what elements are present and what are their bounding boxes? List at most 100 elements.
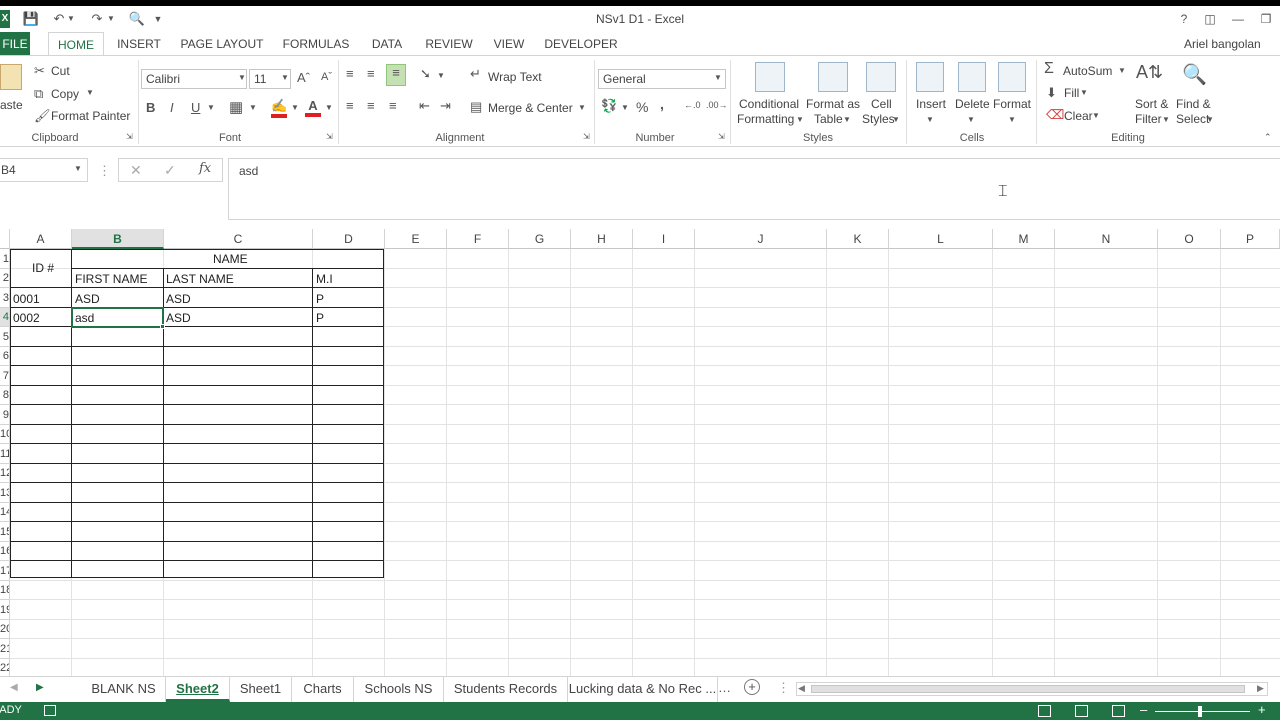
row-header-9[interactable]: 9	[0, 405, 10, 425]
conditional-formatting-label-1[interactable]: Conditional	[739, 97, 799, 111]
column-header-o[interactable]: O	[1158, 229, 1221, 249]
italic-button[interactable]: I	[170, 100, 174, 115]
column-header-b[interactable]: B	[72, 229, 164, 249]
scroll-right-icon[interactable]: ▶	[1257, 683, 1264, 694]
sort-filter-label-2[interactable]: Filter	[1135, 112, 1162, 126]
minimize-icon[interactable]: —	[1228, 10, 1248, 28]
restore-icon[interactable]: ❐	[1256, 10, 1276, 28]
row-header-19[interactable]: 19	[0, 600, 10, 620]
row-header-20[interactable]: 20	[0, 620, 10, 639]
increase-indent-icon[interactable]: ⇥	[440, 98, 451, 114]
enter-icon[interactable]: ✓	[164, 162, 176, 179]
comma-style-button[interactable]: ,	[660, 96, 664, 112]
format-cells-icon[interactable]	[998, 62, 1026, 92]
id-cell[interactable]: 0002	[11, 311, 40, 325]
font-size-dropdown-icon[interactable]: ▼	[281, 73, 289, 82]
find-select-dropdown-icon[interactable]: ▼	[1206, 115, 1214, 124]
copy-dropdown-icon[interactable]: ▼	[86, 88, 94, 97]
row-header-15[interactable]: 15	[0, 522, 10, 542]
row-header-12[interactable]: 12	[0, 464, 10, 483]
column-header-c[interactable]: C	[164, 229, 313, 249]
help-icon[interactable]: ?	[1174, 10, 1194, 28]
cell-styles-dropdown-icon[interactable]: ▼	[892, 115, 900, 124]
more-sheets-icon[interactable]: …	[718, 680, 731, 695]
row-header-17[interactable]: 17	[0, 561, 10, 581]
zoom-slider[interactable]	[1155, 711, 1250, 712]
tab-file[interactable]: FILE	[0, 32, 30, 56]
sort-filter-icon[interactable]: A⇅	[1136, 62, 1163, 83]
tab-insert[interactable]: INSERT	[112, 32, 166, 56]
autosum-dropdown-icon[interactable]: ▼	[1118, 66, 1126, 75]
font-family-select[interactable]: Calibri	[141, 69, 247, 89]
format-as-table-label-1[interactable]: Format as	[806, 97, 860, 111]
row-header-1[interactable]: 1	[0, 249, 10, 269]
column-header-p[interactable]: P	[1221, 229, 1280, 249]
column-header-e[interactable]: E	[385, 229, 447, 249]
fill-color-dropdown-icon[interactable]: ▼	[291, 103, 299, 112]
row-header-11[interactable]: 11	[0, 444, 10, 464]
horizontal-scrollbar[interactable]: ◀ ▶	[796, 682, 1268, 696]
header-mi-cell[interactable]: M.I	[314, 272, 333, 286]
fill-color-icon[interactable]: ✍	[271, 98, 287, 118]
merge-center-button[interactable]: Merge & Center	[488, 101, 573, 115]
clipboard-launcher-icon[interactable]: ⇲	[126, 132, 133, 141]
sort-filter-label-1[interactable]: Sort &	[1135, 97, 1168, 111]
wrap-text-icon[interactable]: ↵	[470, 66, 481, 82]
column-header-j[interactable]: J	[695, 229, 827, 249]
first-name-cell[interactable]: ASD	[73, 292, 100, 306]
font-launcher-icon[interactable]: ⇲	[326, 132, 333, 141]
row-header-18[interactable]: 18	[0, 581, 10, 600]
macro-record-icon[interactable]	[44, 705, 56, 716]
format-as-table-icon[interactable]	[818, 62, 848, 92]
header-name-cell[interactable]: NAME	[211, 252, 248, 266]
column-header-h[interactable]: H	[571, 229, 633, 249]
page-break-view-icon[interactable]	[1112, 705, 1125, 717]
sheet-tab-sheet1[interactable]: Sheet1	[230, 677, 292, 702]
row-header-3[interactable]: 3	[0, 288, 10, 308]
column-header-d[interactable]: D	[313, 229, 385, 249]
tab-formulas[interactable]: FORMULAS	[280, 32, 352, 56]
clear-icon[interactable]: ⌫	[1046, 107, 1064, 123]
fill-icon[interactable]: ⬇	[1046, 85, 1057, 101]
format-painter-button[interactable]: Format Painter	[51, 109, 130, 123]
row-header-6[interactable]: 6	[0, 347, 10, 366]
format-as-table-dropdown-icon[interactable]: ▼	[843, 115, 851, 124]
mi-cell[interactable]: P	[314, 292, 324, 306]
column-header-n[interactable]: N	[1055, 229, 1158, 249]
sheet-tab-charts[interactable]: Charts	[292, 677, 354, 702]
align-bottom-icon[interactable]: ≡	[386, 64, 406, 86]
id-cell[interactable]: 0001	[11, 292, 40, 306]
zoom-in-icon[interactable]: +	[1258, 702, 1266, 717]
tab-data[interactable]: DATA	[366, 32, 408, 56]
borders-icon[interactable]: ▦	[229, 98, 243, 116]
tab-page-layout[interactable]: PAGE LAYOUT	[178, 32, 266, 56]
new-sheet-icon[interactable]: +	[744, 679, 760, 695]
active-cell-border[interactable]	[71, 307, 164, 328]
previous-sheet-icon[interactable]: ◀	[10, 682, 18, 693]
orientation-dropdown-icon[interactable]: ▼	[437, 71, 445, 80]
tab-split-icon[interactable]: ⋮	[777, 680, 790, 696]
number-launcher-icon[interactable]: ⇲	[718, 132, 725, 141]
wrap-text-button[interactable]: Wrap Text	[488, 70, 542, 84]
delete-dropdown-icon[interactable]: ▼	[967, 115, 975, 124]
paste-icon[interactable]	[0, 64, 22, 90]
zoom-slider-thumb[interactable]	[1198, 706, 1202, 717]
header-id-cell[interactable]: ID #	[30, 261, 54, 275]
format-as-table-label-2[interactable]: Table	[814, 112, 843, 126]
row-header-22[interactable]: 22	[0, 659, 10, 676]
sheet-tab-students-records[interactable]: Students Records	[444, 677, 568, 702]
delete-cells-button[interactable]: Delete	[955, 97, 990, 111]
accounting-dropdown-icon[interactable]: ▼	[621, 103, 629, 112]
column-header-k[interactable]: K	[827, 229, 889, 249]
grow-font-icon[interactable]: Aˆ	[297, 70, 310, 85]
last-name-cell[interactable]: ASD	[164, 311, 191, 325]
column-header-f[interactable]: F	[447, 229, 509, 249]
merge-dropdown-icon[interactable]: ▼	[578, 103, 586, 112]
cut-button[interactable]: Cut	[51, 64, 70, 78]
clear-button[interactable]: Clear	[1064, 109, 1093, 123]
accounting-format-icon[interactable]: 💱	[601, 98, 617, 114]
number-format-select[interactable]: General	[598, 69, 726, 89]
name-box-dropdown-icon[interactable]: ▼	[74, 164, 82, 173]
align-right-icon[interactable]: ≡	[389, 98, 397, 113]
decrease-indent-icon[interactable]: ⇤	[419, 98, 430, 114]
